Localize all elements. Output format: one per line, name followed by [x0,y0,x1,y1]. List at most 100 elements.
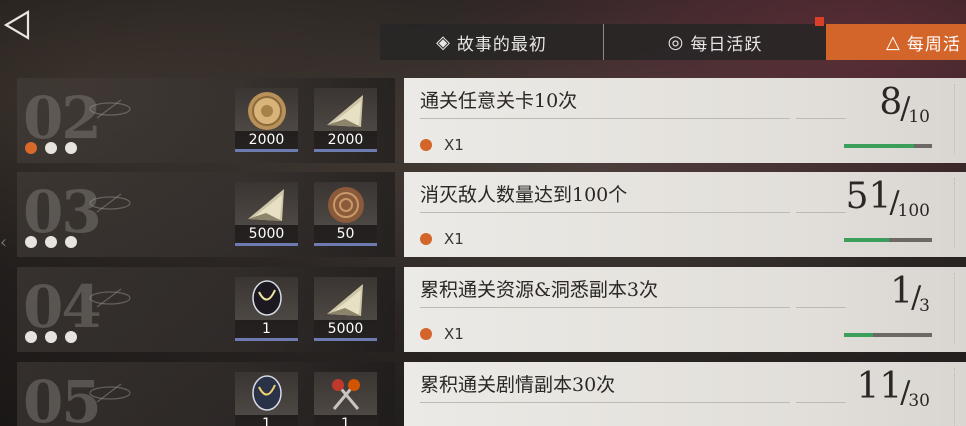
tab-label: 故事的最初 [456,34,547,55]
ornament-icon [89,193,131,213]
reward-quantity: 1 [314,415,377,426]
progress-current: 1 [890,271,914,312]
reward-item[interactable]: 5000 [314,277,377,341]
task-row[interactable]: 02 2000 2000 通关任意关卡10次 X1 8/10 [17,78,966,163]
task-row[interactable]: 04 1 5000 累积通关资源&洞悉副本3次 X1 1/3 [17,267,966,352]
reward-bullet-icon [420,139,432,151]
reward-quantity: 5000 [235,225,298,243]
stage-dot [25,331,37,343]
reward-item[interactable]: 50 [314,182,377,246]
ornament-icon [89,99,131,119]
divider [796,402,846,403]
glowing-orb-icon [251,375,282,411]
progress-current: 8 [879,82,903,123]
back-arrow-icon [3,10,30,40]
glowing-orb-icon [251,280,282,316]
stage-dot [65,236,77,248]
circle-target-icon: ◎ [667,31,685,53]
reward-bullet-icon [420,328,432,340]
side-decoration [954,84,962,154]
progress-bar [844,333,932,337]
scroll-left-indicator: ‹ [0,232,8,253]
divider [796,307,846,308]
task-title: 消灭敌人数量达到100个 [420,184,628,206]
task-reward-panel: 03 5000 50 [17,172,395,257]
gold-coin-icon [247,92,286,130]
reward-item[interactable]: 1 [235,372,298,426]
tab-label: 每日活跃 [690,34,763,55]
crystal-shard-icon [326,284,363,316]
divider [420,118,790,119]
task-reward-count: X1 [444,136,464,154]
divider [420,307,790,308]
task-title: 累积通关资源&洞悉副本3次 [420,279,659,301]
divider [796,118,846,119]
progress-bar [844,238,932,242]
task-reward-panel: 05 1 1 [17,362,395,426]
progress-fill [844,333,874,337]
gem-keys-icon [331,379,360,410]
task-row[interactable]: 03 5000 50 消灭敌人数量达到100个 X1 51/100 [17,172,966,257]
stage-dot [25,142,37,154]
reward-item[interactable]: 2000 [235,88,298,152]
side-decoration [954,273,962,343]
triangle-icon: △ [886,31,901,53]
progress-bar [844,144,932,148]
progress-total: 10 [908,107,930,127]
ammonite-fossil-icon [327,187,364,223]
divider [796,212,846,213]
task-reward-count: X1 [444,325,464,343]
reward-item[interactable]: 1 [235,277,298,341]
tab-notification-marker [815,17,824,26]
task-title: 累积通关剧情副本30次 [420,374,616,396]
reward-quantity: 2000 [314,131,377,149]
stage-dots [25,236,77,248]
task-reward-count: X1 [444,230,464,248]
progress-fill [844,144,915,148]
progress-current: 11 [856,366,903,407]
task-card[interactable]: 累积通关资源&洞悉副本3次 X1 1/3 [404,267,966,352]
task-progress-text: 11/30 [856,366,930,411]
ornament-icon [89,383,131,403]
reward-item[interactable]: 5000 [235,182,298,246]
tab-label: 每周活 [906,34,961,55]
progress-current: 51 [845,176,892,217]
task-title: 通关任意关卡10次 [420,90,578,112]
divider [420,402,790,403]
progress-total: 3 [919,296,930,316]
tab-story-beginning[interactable]: ◈ 故事的最初 [380,24,604,60]
task-row[interactable]: 05 1 1 累积通关剧情副本30次 11/30 [17,362,966,426]
task-progress-text: 8/10 [879,82,930,127]
task-card[interactable]: 消灭敌人数量达到100个 X1 51/100 [404,172,966,257]
reward-quantity: 2000 [235,131,298,149]
stage-dot [65,331,77,343]
stage-dot [45,331,57,343]
diamond-target-icon: ◈ [436,31,451,53]
reward-quantity: 1 [235,320,298,338]
tab-daily-active[interactable]: ◎ 每日活跃 [604,24,826,60]
reward-quantity: 50 [314,225,377,243]
task-card[interactable]: 累积通关剧情副本30次 11/30 [404,362,966,426]
stage-dot [25,236,37,248]
back-button[interactable] [2,8,32,42]
stage-dot [45,142,57,154]
reward-bullet-icon [420,233,432,245]
reward-quantity: 1 [235,415,298,426]
crystal-shard-icon [326,95,363,127]
progress-total: 100 [897,201,930,221]
task-reward-panel: 02 2000 2000 [17,78,395,163]
reward-item[interactable]: 2000 [314,88,377,152]
stage-dots [25,331,77,343]
task-progress-text: 1/3 [890,271,930,316]
progress-total: 30 [908,391,930,411]
stage-dot [65,142,77,154]
reward-quantity: 5000 [314,320,377,338]
tab-bar: ◈ 故事的最初 ◎ 每日活跃 △ 每周活 [380,24,966,60]
side-decoration [954,368,962,426]
tab-weekly-active[interactable]: △ 每周活 [826,24,966,60]
reward-item[interactable]: 1 [314,372,377,426]
stage-dots [25,142,77,154]
task-card[interactable]: 通关任意关卡10次 X1 8/10 [404,78,966,163]
progress-fill [844,238,889,242]
side-decoration [954,178,962,248]
